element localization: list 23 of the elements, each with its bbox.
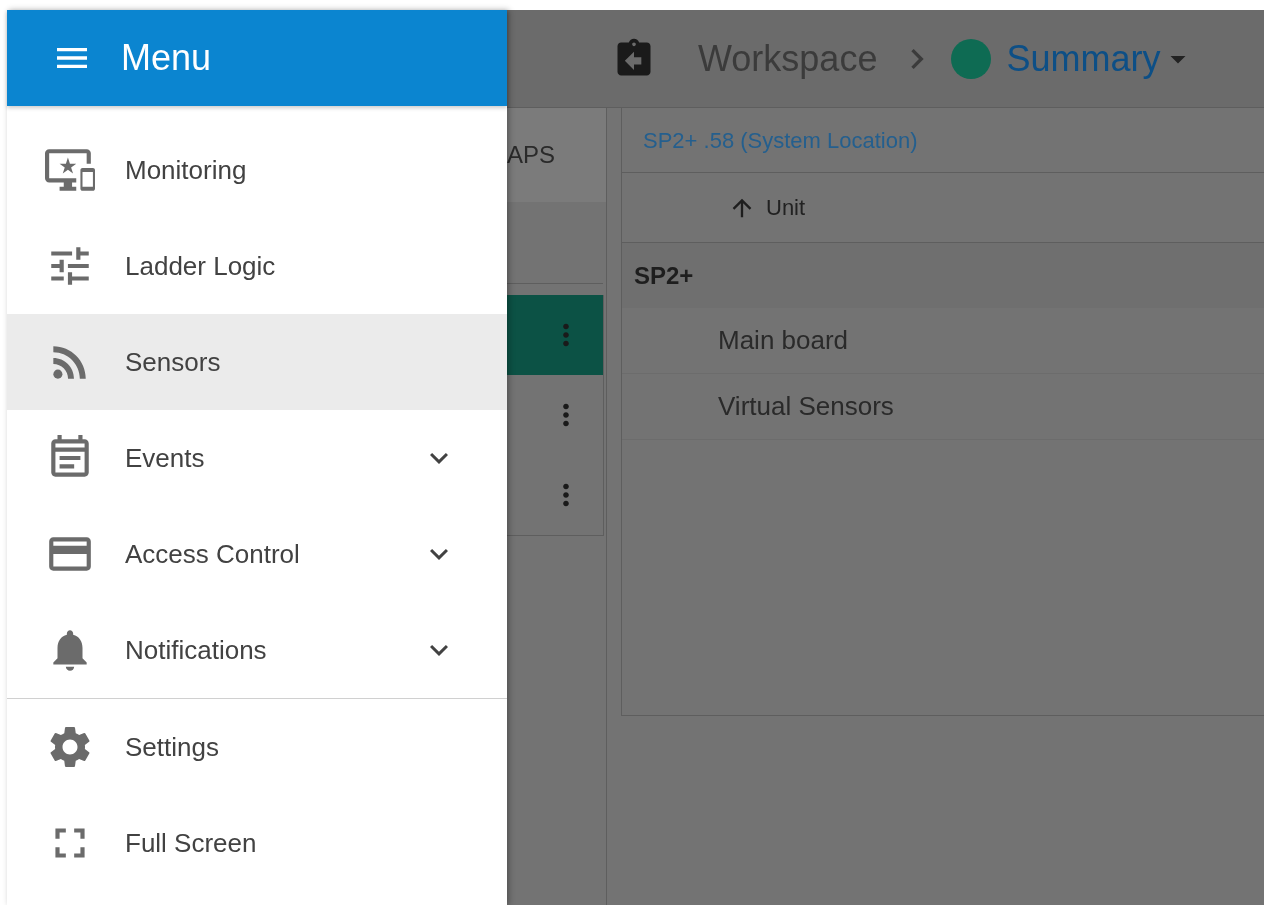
menu-item-label: Settings — [125, 730, 220, 764]
group-label: SP2+ — [634, 260, 694, 291]
menu-item[interactable]: Access Control — [7, 506, 507, 602]
menu-item[interactable]: Monitoring — [7, 122, 507, 218]
column-label: Unit — [766, 194, 806, 222]
menu-item[interactable]: Sensors — [7, 314, 507, 410]
menu-item[interactable]: Notifications — [7, 602, 507, 698]
menu-item-label: Monitoring — [125, 153, 248, 187]
panel-title: SP2+ .58 (System Location) — [643, 126, 918, 155]
menu-item[interactable]: Full Screen — [7, 795, 507, 891]
menu-item-label: Sensors — [125, 345, 222, 379]
menu-title: Menu — [121, 36, 212, 80]
row-label: Main board — [718, 324, 849, 357]
menu-item[interactable]: Ladder Logic — [7, 218, 507, 314]
menu-item[interactable]: Settings — [7, 699, 507, 795]
row-label: Virtual Sensors — [718, 390, 894, 423]
menu-item-label: Events — [125, 441, 206, 475]
menu-item-label: Access Control — [125, 537, 301, 571]
menu-item-label: Ladder Logic — [125, 249, 277, 283]
menu-item[interactable]: Events — [7, 410, 507, 506]
menu-item-label: Notifications — [125, 633, 268, 667]
tab-label: APS — [507, 140, 556, 170]
menu-item-label: Full Screen — [125, 826, 258, 860]
